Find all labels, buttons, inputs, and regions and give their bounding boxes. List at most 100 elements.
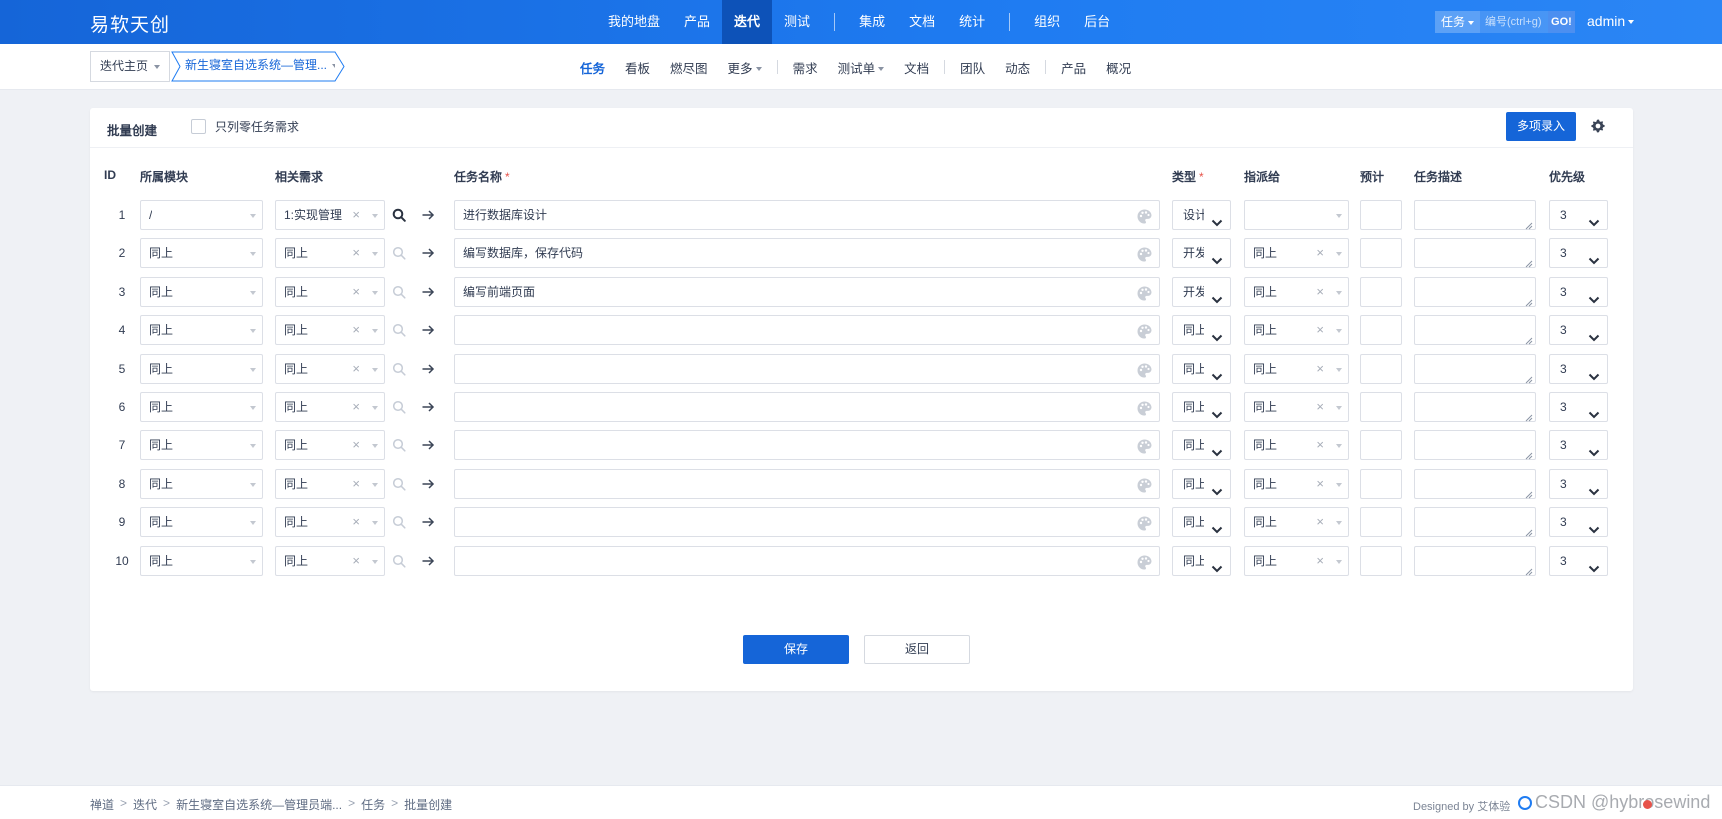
assign-select[interactable] xyxy=(1244,200,1349,230)
priority-select[interactable]: 3 xyxy=(1549,546,1608,576)
assign-select[interactable]: 同上 × xyxy=(1244,238,1349,268)
tab-story[interactable]: 需求 xyxy=(783,58,828,77)
estimate-input[interactable] xyxy=(1360,315,1402,345)
priority-select[interactable]: 3 xyxy=(1549,469,1608,499)
task-desc-textarea[interactable] xyxy=(1414,392,1536,422)
clear-icon[interactable]: × xyxy=(352,431,360,459)
palette-icon[interactable] xyxy=(1136,284,1153,301)
copy-story-title-arrow-icon[interactable] xyxy=(421,246,435,260)
clear-icon[interactable]: × xyxy=(1316,316,1324,344)
assign-select[interactable]: 同上 × xyxy=(1244,546,1349,576)
task-desc-textarea[interactable] xyxy=(1414,354,1536,384)
clear-icon[interactable]: × xyxy=(352,547,360,575)
footer-crumb-task[interactable]: 任务 xyxy=(361,796,385,813)
copy-story-title-arrow-icon[interactable] xyxy=(421,554,435,568)
estimate-input[interactable] xyxy=(1360,277,1402,307)
gear-icon[interactable] xyxy=(1590,118,1606,134)
priority-select[interactable]: 3 xyxy=(1549,507,1608,537)
crumb-execution-home[interactable]: 迭代主页 xyxy=(90,51,171,82)
type-select[interactable]: 同上 xyxy=(1172,546,1231,576)
type-select[interactable]: 同上 xyxy=(1172,354,1231,384)
priority-select[interactable]: 3 xyxy=(1549,277,1608,307)
search-story-icon[interactable] xyxy=(392,323,406,337)
tab-burn[interactable]: 燃尽图 xyxy=(660,58,718,77)
priority-select[interactable]: 3 xyxy=(1549,238,1608,268)
task-name-input[interactable] xyxy=(454,469,1160,499)
module-select[interactable]: 同上 xyxy=(140,469,263,499)
type-select[interactable]: 同上 xyxy=(1172,315,1231,345)
task-desc-textarea[interactable] xyxy=(1414,200,1536,230)
assign-select[interactable]: 同上 × xyxy=(1244,430,1349,460)
assign-select[interactable]: 同上 × xyxy=(1244,277,1349,307)
clear-icon[interactable]: × xyxy=(1316,278,1324,306)
copy-story-title-arrow-icon[interactable] xyxy=(421,208,435,222)
story-select[interactable]: 同上 × xyxy=(275,354,385,384)
type-select[interactable]: 设计 xyxy=(1172,200,1231,230)
clear-icon[interactable]: × xyxy=(352,278,360,306)
estimate-input[interactable] xyxy=(1360,430,1402,460)
story-select[interactable]: 同上 × xyxy=(275,546,385,576)
priority-select[interactable]: 3 xyxy=(1549,354,1608,384)
module-select[interactable]: / xyxy=(140,200,263,230)
task-desc-textarea[interactable] xyxy=(1414,238,1536,268)
type-select[interactable]: 同上 xyxy=(1172,469,1231,499)
task-name-input[interactable] xyxy=(454,430,1160,460)
copy-story-title-arrow-icon[interactable] xyxy=(421,515,435,529)
resize-handle-icon[interactable] xyxy=(1525,296,1533,307)
resize-handle-icon[interactable] xyxy=(1525,526,1533,537)
task-name-input[interactable] xyxy=(454,507,1160,537)
palette-icon[interactable] xyxy=(1136,361,1153,378)
task-name-input[interactable] xyxy=(454,392,1160,422)
story-select[interactable]: 同上 × xyxy=(275,392,385,422)
clear-icon[interactable]: × xyxy=(1316,431,1324,459)
nav-item-admin[interactable]: 后台 xyxy=(1072,0,1122,44)
tab-task[interactable]: 任务 xyxy=(570,58,615,77)
only-zero-story-toggle[interactable]: 只列零任务需求 xyxy=(191,118,299,135)
story-select[interactable]: 同上 × xyxy=(275,430,385,460)
module-select[interactable]: 同上 xyxy=(140,430,263,460)
tab-team[interactable]: 团队 xyxy=(950,58,995,77)
copy-story-title-arrow-icon[interactable] xyxy=(421,362,435,376)
task-name-input[interactable] xyxy=(454,546,1160,576)
nav-item-execution[interactable]: 迭代 xyxy=(722,0,773,44)
module-select[interactable]: 同上 xyxy=(140,277,263,307)
clear-icon[interactable]: × xyxy=(1316,508,1324,536)
priority-select[interactable]: 3 xyxy=(1549,392,1608,422)
clear-icon[interactable]: × xyxy=(1316,393,1324,421)
tab-view[interactable]: 概况 xyxy=(1096,58,1141,77)
only-zero-checkbox[interactable] xyxy=(191,119,206,134)
assign-select[interactable]: 同上 × xyxy=(1244,315,1349,345)
story-select[interactable]: 同上 × xyxy=(275,238,385,268)
type-select[interactable]: 开发 xyxy=(1172,277,1231,307)
assign-select[interactable]: 同上 × xyxy=(1244,392,1349,422)
search-story-icon[interactable] xyxy=(392,554,406,568)
search-story-icon[interactable] xyxy=(392,285,406,299)
save-button[interactable]: 保存 xyxy=(743,635,849,664)
assign-select[interactable]: 同上 × xyxy=(1244,354,1349,384)
search-story-icon[interactable] xyxy=(392,208,406,222)
tab-product[interactable]: 产品 xyxy=(1051,58,1096,77)
search-type-select[interactable]: 任务 xyxy=(1435,11,1481,33)
resize-handle-icon[interactable] xyxy=(1525,565,1533,576)
estimate-input[interactable] xyxy=(1360,507,1402,537)
clear-icon[interactable]: × xyxy=(352,470,360,498)
task-name-input[interactable] xyxy=(454,315,1160,345)
search-go-button[interactable]: GO! xyxy=(1548,11,1575,33)
search-story-icon[interactable] xyxy=(392,246,406,260)
estimate-input[interactable] xyxy=(1360,469,1402,499)
palette-icon[interactable] xyxy=(1136,514,1153,531)
module-select[interactable]: 同上 xyxy=(140,238,263,268)
clear-icon[interactable]: × xyxy=(1316,547,1324,575)
nav-item-devops[interactable]: 集成 xyxy=(847,0,897,44)
tab-doc[interactable]: 文档 xyxy=(894,58,939,77)
crumb-execution-select[interactable]: 新生寝室自选系统—管理... xyxy=(171,51,346,82)
story-select[interactable]: 同上 × xyxy=(275,469,385,499)
clear-icon[interactable]: × xyxy=(352,201,360,229)
resize-handle-icon[interactable] xyxy=(1525,219,1533,230)
clear-icon[interactable]: × xyxy=(352,316,360,344)
tab-more[interactable]: 更多 xyxy=(718,58,772,77)
search-story-icon[interactable] xyxy=(392,515,406,529)
assign-select[interactable]: 同上 × xyxy=(1244,469,1349,499)
priority-select[interactable]: 3 xyxy=(1549,315,1608,345)
task-desc-textarea[interactable] xyxy=(1414,546,1536,576)
